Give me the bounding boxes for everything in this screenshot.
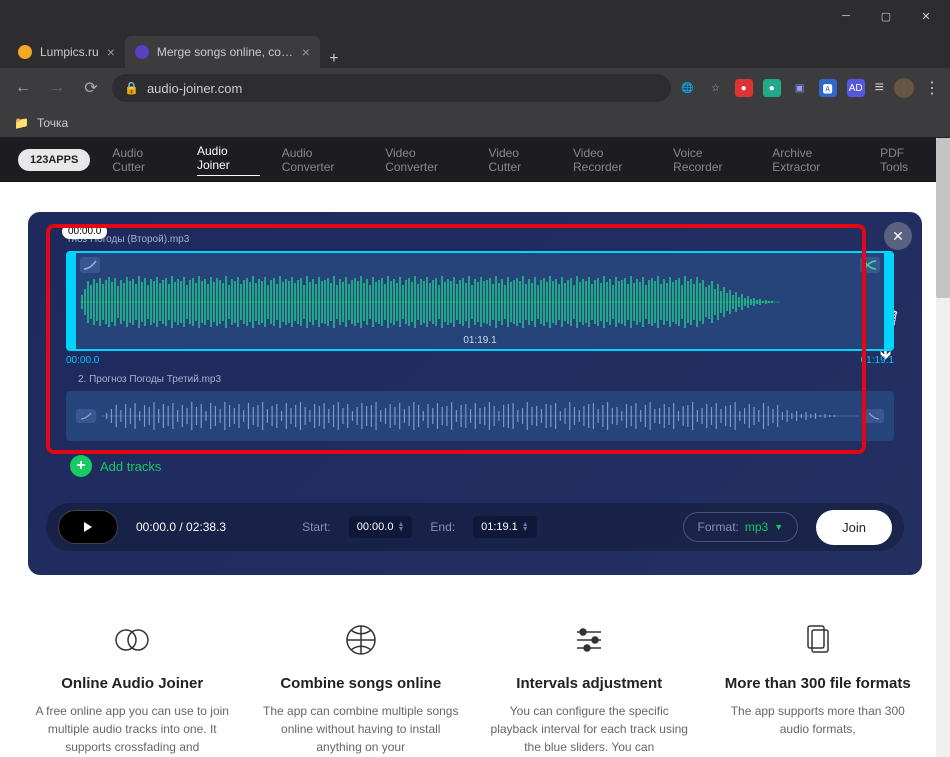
feature-card: Intervals adjustment You can configure t… — [487, 617, 692, 756]
globe-icon — [259, 617, 464, 663]
folder-icon: 📁 — [14, 116, 29, 130]
favicon-icon — [18, 45, 32, 59]
feature-title: Intervals adjustment — [487, 675, 692, 692]
translate-icon[interactable]: 🌐 — [679, 79, 697, 97]
ext-icon[interactable]: 🅰 — [819, 79, 837, 97]
tab-title: Merge songs online, combine mp — [157, 45, 294, 59]
nav-pdf-tools[interactable]: PDF Tools — [880, 146, 932, 174]
favicon-icon — [135, 45, 149, 59]
nav-video-converter[interactable]: Video Converter — [385, 146, 466, 174]
nav-audio-joiner[interactable]: Audio Joiner — [197, 144, 260, 176]
nav-audio-converter[interactable]: Audio Converter — [282, 146, 364, 174]
files-icon — [716, 617, 921, 663]
overlap-circles-icon — [30, 617, 235, 663]
features-row: Online Audio Joiner A free online app yo… — [0, 575, 950, 756]
track1-waveform[interactable]: 01:19.1 — [66, 251, 894, 351]
url-text: audio-joiner.com — [147, 81, 242, 96]
feature-card: Combine songs online The app can combine… — [259, 617, 464, 756]
nav-video-recorder[interactable]: Video Recorder — [573, 146, 651, 174]
plus-icon: + — [70, 455, 92, 477]
track1-title: гноз Погоды (Второй).mp3 — [46, 230, 904, 251]
nav-back[interactable]: ← — [10, 75, 36, 101]
playhead-badge: 00:00.0 — [62, 224, 107, 239]
stepper-icon: ▲▼ — [397, 522, 404, 532]
browser-tab-lumpics[interactable]: Lumpics.ru × — [8, 36, 125, 68]
profile-avatar[interactable] — [894, 78, 914, 98]
app-nav: 123APPS Audio Cutter Audio Joiner Audio … — [0, 138, 950, 182]
feature-card: Online Audio Joiner A free online app yo… — [30, 617, 235, 756]
window-minimize[interactable]: ─ — [826, 0, 866, 32]
waveform-icon — [102, 399, 858, 433]
window-maximize[interactable]: ▢ — [866, 0, 906, 32]
tab-title: Lumpics.ru — [40, 45, 99, 59]
stepper-icon: ▲▼ — [522, 522, 529, 532]
address-bar[interactable]: 🔒 audio-joiner.com — [112, 74, 671, 102]
tab-close-icon[interactable]: × — [302, 44, 310, 60]
nav-reload[interactable]: ⟳ — [78, 75, 104, 101]
format-select[interactable]: Format: mp3 ▼ — [683, 512, 799, 542]
nav-archive-extractor[interactable]: Archive Extractor — [772, 146, 858, 174]
ext-adblock-icon[interactable]: ● — [735, 79, 753, 97]
bookmark-item[interactable]: Точка — [37, 116, 68, 130]
page-scrollbar[interactable] — [936, 138, 950, 757]
timeline-end: 01:19.1 — [861, 355, 894, 366]
feature-title: Combine songs online — [259, 675, 464, 692]
tab-close-icon[interactable]: × — [107, 44, 115, 60]
ext-icon[interactable]: ● — [763, 79, 781, 97]
browser-tab-audiojoiner[interactable]: Merge songs online, combine mp × — [125, 36, 320, 68]
audio-editor: ✕ 🡹 🗑 🡻 00:00.0 гноз Погоды (Второй).mp3 — [28, 212, 922, 575]
player-bar: 00:00.0 / 02:38.3 Start: 00:00.0 ▲▼ End:… — [46, 503, 904, 551]
add-tracks-button[interactable]: + Add tracks — [46, 441, 904, 477]
reading-list-icon[interactable]: ≡ — [875, 79, 884, 97]
nav-video-cutter[interactable]: Video Cutter — [489, 146, 552, 174]
end-label: End: — [430, 520, 455, 534]
nav-audio-cutter[interactable]: Audio Cutter — [112, 146, 175, 174]
timeline-start: 00:00.0 — [66, 355, 99, 366]
ext-icon[interactable]: ▣ — [791, 79, 809, 97]
play-button[interactable] — [58, 510, 118, 544]
fade-in-button[interactable] — [80, 257, 100, 273]
fade-in-chip[interactable] — [76, 409, 96, 423]
sliders-icon — [487, 617, 692, 663]
track2-waveform[interactable] — [66, 391, 894, 441]
trim-handle-left[interactable] — [68, 253, 76, 349]
browser-tabs: Lumpics.ru × Merge songs online, combine… — [0, 32, 950, 68]
track2-title: 2. Прогноз Погоды Третий.mp3 — [46, 374, 904, 391]
feature-desc: A free online app you can use to join mu… — [30, 702, 235, 756]
feature-title: More than 300 file formats — [716, 675, 921, 692]
end-value-input[interactable]: 01:19.1 ▲▼ — [473, 516, 537, 538]
feature-desc: The app supports more than 300 audio for… — [716, 702, 921, 738]
nav-voice-recorder[interactable]: Voice Recorder — [673, 146, 750, 174]
time-display: 00:00.0 / 02:38.3 — [136, 520, 226, 534]
new-tab-button[interactable]: + — [320, 50, 348, 68]
trim-handle-right[interactable] — [884, 253, 892, 349]
browser-menu-icon[interactable]: ⋮ — [924, 78, 940, 98]
waveform-icon — [80, 275, 780, 329]
start-value-input[interactable]: 00:00.0 ▲▼ — [349, 516, 413, 538]
feature-desc: You can configure the specific playback … — [487, 702, 692, 756]
brand-logo[interactable]: 123APPS — [18, 149, 90, 171]
feature-card: More than 300 file formats The app suppo… — [716, 617, 921, 756]
fade-out-chip[interactable] — [864, 409, 884, 423]
lock-icon: 🔒 — [124, 81, 139, 95]
track1-duration: 01:19.1 — [463, 335, 496, 346]
join-button[interactable]: Join — [816, 510, 892, 545]
feature-title: Online Audio Joiner — [30, 675, 235, 692]
nav-forward[interactable]: → — [44, 75, 70, 101]
chevron-down-icon: ▼ — [774, 522, 783, 532]
add-tracks-label: Add tracks — [100, 459, 161, 474]
start-label: Start: — [302, 520, 331, 534]
window-close[interactable]: ✕ — [906, 0, 946, 32]
feature-desc: The app can combine multiple songs onlin… — [259, 702, 464, 756]
star-icon[interactable]: ☆ — [707, 79, 725, 97]
crossfade-button[interactable] — [860, 257, 880, 273]
ext-icon[interactable]: AD — [847, 79, 865, 97]
